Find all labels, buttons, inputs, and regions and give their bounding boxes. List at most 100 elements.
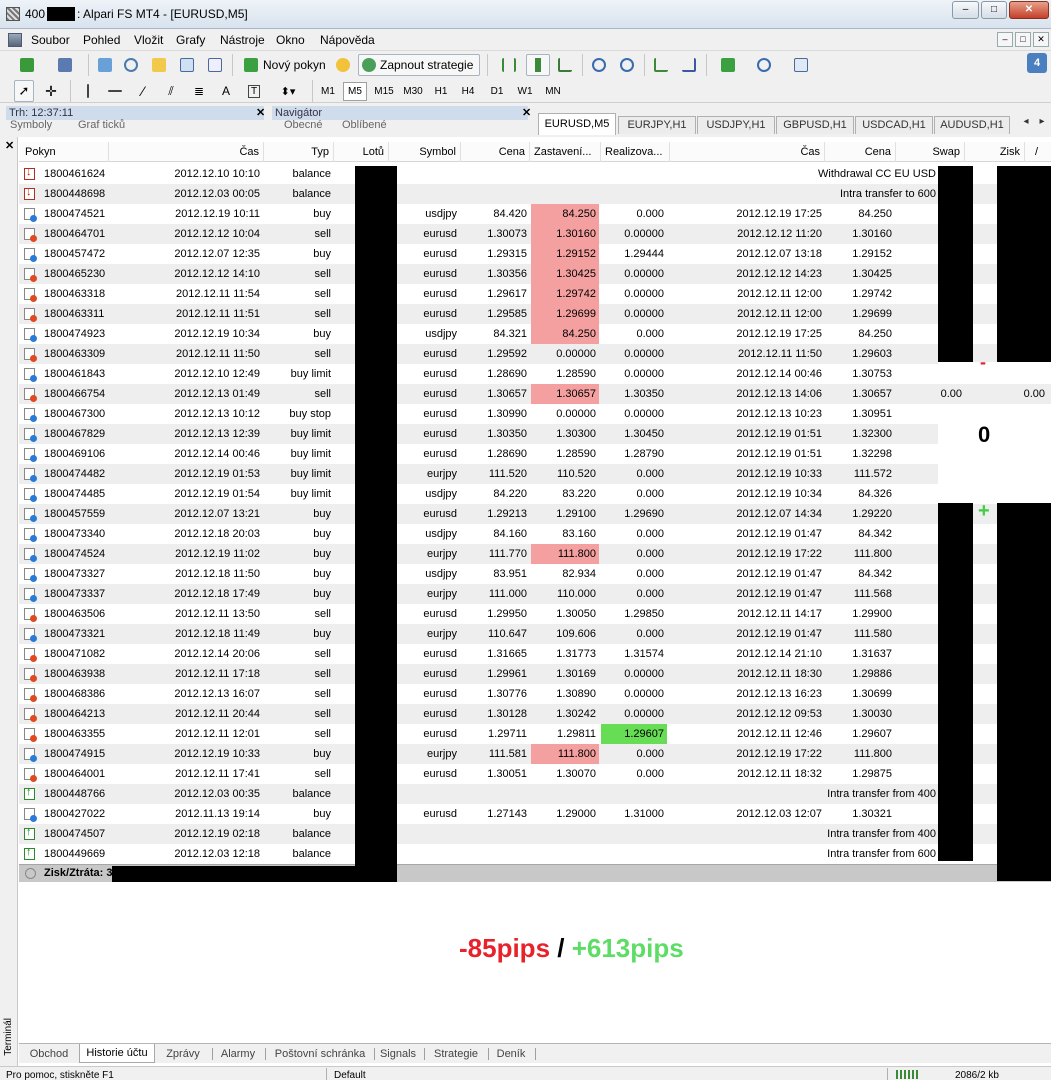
- bar-chart-button[interactable]: [498, 54, 520, 76]
- table-row[interactable]: 1800461624 2012.12.10 10:10 balance Withdra…: [19, 164, 1051, 184]
- chart-tab-usdcad[interactable]: USDCAD,H1: [855, 116, 933, 134]
- new-chart-button[interactable]: [10, 54, 44, 76]
- col-close-price[interactable]: Cena: [825, 142, 896, 162]
- market-watch-button[interactable]: [94, 54, 116, 76]
- table-row[interactable]: 1800473337 2012.12.18 17:49 buy eurjpy 111.0…: [19, 584, 1051, 604]
- crosshair-tool[interactable]: ✛: [40, 80, 62, 102]
- mdi-close-button[interactable]: ✕: [1033, 32, 1049, 47]
- trendline-tool[interactable]: ⁄: [132, 80, 154, 102]
- table-row[interactable]: 1800463311 2012.12.11 11:51 sell eurusd 1.29…: [19, 304, 1051, 324]
- enable-strategies-button[interactable]: Zapnout strategie: [358, 54, 480, 76]
- timeframe-m1[interactable]: M1: [317, 82, 339, 101]
- table-row[interactable]: 1800474923 2012.12.19 10:34 buy usdjpy 84.32…: [19, 324, 1051, 344]
- timeframe-h1[interactable]: H1: [430, 82, 452, 101]
- new-order-button[interactable]: Nový pokyn: [240, 54, 330, 76]
- table-row[interactable]: 1800461843 2012.12.10 12:49 buy limit eurus…: [19, 364, 1051, 384]
- table-row[interactable]: 1800465230 2012.12.12 14:10 sell eurusd 1.30…: [19, 264, 1051, 284]
- col-close-time[interactable]: Čas: [670, 142, 825, 162]
- chart-tab-eurusd[interactable]: EURUSD,M5: [538, 113, 616, 135]
- auto-scroll-button[interactable]: [650, 54, 672, 76]
- timeframe-d1[interactable]: D1: [486, 82, 508, 101]
- timeframe-m5[interactable]: M5: [343, 82, 367, 101]
- text-tool[interactable]: A: [216, 80, 236, 102]
- col-swap[interactable]: Swap: [896, 142, 965, 162]
- navigator-button[interactable]: [148, 54, 170, 76]
- col-open-time[interactable]: Čas: [109, 142, 264, 162]
- chart-tabs-next-icon[interactable]: ▸: [1035, 116, 1049, 132]
- tab-alerts[interactable]: Alarmy: [215, 1045, 261, 1063]
- table-row[interactable]: 1800467829 2012.12.13 12:39 buy limit eurus…: [19, 424, 1051, 444]
- zoom-out-button[interactable]: [616, 54, 638, 76]
- notification-badge[interactable]: 4: [1027, 53, 1047, 73]
- table-row[interactable]: 1800474485 2012.12.19 01:54 buy limit usdjp…: [19, 484, 1051, 504]
- menu-grafy[interactable]: Grafy: [176, 33, 205, 47]
- table-row[interactable]: 1800457559 2012.12.07 13:21 buy eurusd 1.292…: [19, 504, 1051, 524]
- tab-symbols[interactable]: Symboly: [10, 119, 52, 131]
- menu-vlozit[interactable]: Vložit: [134, 33, 163, 47]
- profiles-button[interactable]: [48, 54, 82, 76]
- table-row[interactable]: 1800474915 2012.12.19 10:33 buy eurjpy 111.5…: [19, 744, 1051, 764]
- chart-shift-button[interactable]: [678, 54, 700, 76]
- tab-experts[interactable]: Strategie: [429, 1045, 483, 1063]
- col-stop-loss[interactable]: Zastavení...: [530, 142, 601, 162]
- table-row[interactable]: 1800449669 2012.12.03 12:18 balance Intra t…: [19, 844, 1051, 864]
- timeframe-m30[interactable]: M30: [400, 82, 426, 101]
- col-profit[interactable]: Zisk: [965, 142, 1025, 162]
- fibonacci-tool[interactable]: ≣: [188, 80, 210, 102]
- terminal-button[interactable]: [176, 54, 198, 76]
- zoom-in-button[interactable]: [588, 54, 610, 76]
- table-row[interactable]: 1800474524 2012.12.19 11:02 buy eurjpy 111.7…: [19, 544, 1051, 564]
- tester-button[interactable]: [204, 54, 226, 76]
- table-row[interactable]: 1800427022 2012.11.13 19:14 buy eurusd 1.271…: [19, 804, 1051, 824]
- indicators-button[interactable]: [712, 54, 744, 76]
- data-window-button[interactable]: [120, 54, 142, 76]
- tab-journal[interactable]: Deník: [491, 1045, 531, 1063]
- mdi-minimize-button[interactable]: –: [997, 32, 1013, 47]
- templates-button[interactable]: [785, 54, 817, 76]
- table-row[interactable]: 1800473321 2012.12.18 11:49 buy eurjpy 110.6…: [19, 624, 1051, 644]
- timeframe-w1[interactable]: W1: [514, 82, 536, 101]
- table-row[interactable]: 1800467300 2012.12.13 10:12 buy stop eurusd…: [19, 404, 1051, 424]
- col-type[interactable]: Typ: [264, 142, 334, 162]
- table-row[interactable]: 1800474482 2012.12.19 01:53 buy limit eurjp…: [19, 464, 1051, 484]
- minimize-button[interactable]: –: [952, 1, 979, 19]
- table-row[interactable]: 1800474521 2012.12.19 10:11 buy usdjpy 84.42…: [19, 204, 1051, 224]
- table-row[interactable]: 1800463938 2012.12.11 17:18 sell eurusd 1.29…: [19, 664, 1051, 684]
- table-row[interactable]: 1800471082 2012.12.14 20:06 sell eurusd 1.31…: [19, 644, 1051, 664]
- col-price[interactable]: Cena: [461, 142, 530, 162]
- menu-okno[interactable]: Okno: [276, 33, 305, 47]
- tab-tick-chart[interactable]: Graf ticků: [78, 119, 125, 131]
- equidistant-channel-tool[interactable]: ⫽: [160, 80, 182, 102]
- table-row[interactable]: 1800466754 2012.12.13 01:49 sell eurusd 1.30…: [19, 384, 1051, 404]
- tab-news[interactable]: Zprávy: [159, 1045, 207, 1063]
- line-chart-button[interactable]: [554, 54, 576, 76]
- menu-napoveda[interactable]: Nápověda: [320, 33, 375, 47]
- text-label-tool[interactable]: T: [244, 80, 264, 102]
- menu-soubor[interactable]: Soubor: [31, 33, 70, 47]
- tab-account-history[interactable]: Historie účtu: [79, 1044, 155, 1063]
- table-row[interactable]: 1800473340 2012.12.18 20:03 buy usdjpy 84.16…: [19, 524, 1051, 544]
- timeframe-h4[interactable]: H4: [457, 82, 479, 101]
- chart-tab-audusd[interactable]: AUDUSD,H1: [934, 116, 1010, 134]
- table-row[interactable]: 1800457472 2012.12.07 12:35 buy eurusd 1.293…: [19, 244, 1051, 264]
- menu-pohled[interactable]: Pohled: [83, 33, 120, 47]
- tab-general[interactable]: Obecné: [284, 119, 323, 131]
- table-row[interactable]: 1800463318 2012.12.11 11:54 sell eurusd 1.29…: [19, 284, 1051, 304]
- tab-trade[interactable]: Obchod: [23, 1045, 75, 1063]
- periods-button[interactable]: [748, 54, 780, 76]
- document-icon[interactable]: [8, 33, 22, 47]
- table-row[interactable]: 1800473327 2012.12.18 11:50 buy usdjpy 83.95…: [19, 564, 1051, 584]
- table-row[interactable]: 1800464213 2012.12.11 20:44 sell eurusd 1.30…: [19, 704, 1051, 724]
- table-row[interactable]: 1800463309 2012.12.11 11:50 sell eurusd 1.29…: [19, 344, 1051, 364]
- table-row[interactable]: 1800474507 2012.12.19 02:18 balance Intra t…: [19, 824, 1051, 844]
- chart-tab-eurjpy[interactable]: EURJPY,H1: [618, 116, 696, 134]
- close-button[interactable]: ✕: [1009, 1, 1049, 19]
- table-row[interactable]: 1800464001 2012.12.11 17:41 sell eurusd 1.30…: [19, 764, 1051, 784]
- vertical-line-tool[interactable]: [78, 80, 98, 102]
- timeframe-m15[interactable]: M15: [371, 82, 397, 101]
- market-watch-close-icon[interactable]: ✕: [256, 106, 265, 119]
- alert-button[interactable]: [333, 54, 353, 76]
- table-row[interactable]: 1800463355 2012.12.11 12:01 sell eurusd 1.29…: [19, 724, 1051, 744]
- mdi-restore-button[interactable]: □: [1015, 32, 1031, 47]
- cursor-tool[interactable]: ➚: [14, 80, 34, 102]
